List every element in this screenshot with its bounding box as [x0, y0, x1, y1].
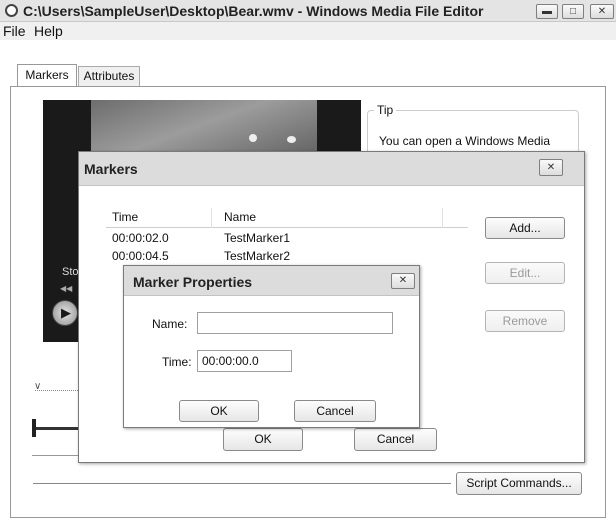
script-commands-label: Script Commands...	[466, 476, 572, 490]
minimize-button[interactable]: ▬	[536, 4, 558, 19]
marker-properties-close-button[interactable]: ✕	[391, 273, 415, 289]
script-commands-button[interactable]: Script Commands...	[456, 472, 582, 495]
marker-properties-cancel-button[interactable]: Cancel	[294, 400, 376, 422]
title-bar: C:\Users\SampleUser\Desktop\Bear.wmv - W…	[0, 0, 616, 22]
row-time: 00:00:04.5	[112, 249, 169, 263]
tip-label: Tip	[374, 103, 397, 117]
markers-dialog-titlebar: Markers ✕	[79, 152, 584, 186]
markers-close-button[interactable]: ✕	[539, 159, 563, 176]
slider-thumb-small[interactable]: ∨	[34, 381, 41, 392]
player-status: Sto	[62, 266, 79, 278]
markers-dialog-title: Markers	[84, 161, 138, 177]
close-icon: ✕	[546, 162, 556, 173]
marker-properties-dialog: Marker Properties ✕ Name: Time: 00:00:00…	[123, 265, 420, 428]
tab-markers-label: Markers	[25, 68, 69, 82]
markers-cancel-button[interactable]: Cancel	[354, 428, 437, 451]
marker-properties-cancel-label: Cancel	[316, 404, 354, 418]
close-icon: ✕	[398, 275, 408, 286]
app-icon	[5, 4, 18, 17]
maximize-button[interactable]: □	[562, 4, 584, 19]
row-name: TestMarker2	[224, 249, 291, 263]
column-header-time[interactable]: Time	[112, 210, 138, 224]
minimize-icon: ▬	[542, 6, 552, 17]
markers-list-header: Time Name	[106, 208, 468, 228]
marker-properties-ok-label: OK	[210, 404, 228, 418]
name-label: Name:	[152, 317, 188, 331]
markers-ok-button[interactable]: OK	[223, 428, 303, 451]
remove-button-label: Remove	[502, 314, 548, 328]
remove-button[interactable]: Remove	[485, 310, 565, 332]
close-icon: ✕	[597, 6, 607, 17]
tab-attributes-label: Attributes	[83, 69, 135, 83]
menu-help[interactable]: Help	[34, 23, 63, 39]
window-title: C:\Users\SampleUser\Desktop\Bear.wmv - W…	[23, 3, 484, 19]
name-input[interactable]	[197, 312, 393, 334]
edit-button[interactable]: Edit...	[485, 262, 565, 284]
row-time: 00:00:02.0	[112, 231, 169, 245]
markers-ok-label: OK	[254, 432, 272, 446]
seek-slider-thumb[interactable]	[32, 419, 36, 437]
tick-marks	[35, 390, 80, 393]
time-input[interactable]: 00:00:00.0	[197, 350, 292, 372]
column-divider	[211, 208, 212, 228]
marker-properties-ok-button[interactable]: OK	[179, 400, 259, 422]
row-name: TestMarker1	[224, 231, 291, 245]
time-input-value: 00:00:00.0	[202, 354, 259, 368]
table-row[interactable]: 00:00:04.5 TestMarker2	[106, 249, 468, 265]
table-row[interactable]: 00:00:02.0 TestMarker1	[106, 231, 468, 247]
tab-markers[interactable]: Markers	[17, 64, 77, 87]
marker-properties-titlebar: Marker Properties ✕	[124, 266, 419, 296]
maximize-icon: □	[569, 6, 577, 17]
marker-properties-title: Marker Properties	[133, 274, 253, 290]
column-divider	[442, 208, 443, 228]
seek-slider[interactable]	[32, 427, 84, 430]
time-label: Time:	[162, 355, 192, 369]
play-icon: ▶	[61, 305, 71, 320]
tip-text: You can open a Windows Media	[379, 134, 550, 148]
bird-shape	[249, 134, 257, 142]
markers-cancel-label: Cancel	[376, 432, 415, 446]
add-button-label: Add...	[509, 221, 541, 235]
close-button[interactable]: ✕	[590, 4, 614, 19]
bird-shape	[287, 136, 296, 143]
tip-group	[367, 110, 579, 156]
rewind-icon[interactable]: ◀◀	[60, 284, 72, 293]
tab-attributes[interactable]: Attributes	[78, 66, 140, 86]
play-button[interactable]: ▶	[52, 300, 78, 326]
menu-file[interactable]: File	[3, 23, 26, 39]
edit-button-label: Edit...	[509, 266, 541, 280]
column-header-name[interactable]: Name	[224, 210, 256, 224]
separator-line	[32, 455, 80, 456]
bottom-separator	[33, 483, 451, 484]
menu-bar: File Help	[0, 22, 616, 40]
add-button[interactable]: Add...	[485, 217, 565, 239]
